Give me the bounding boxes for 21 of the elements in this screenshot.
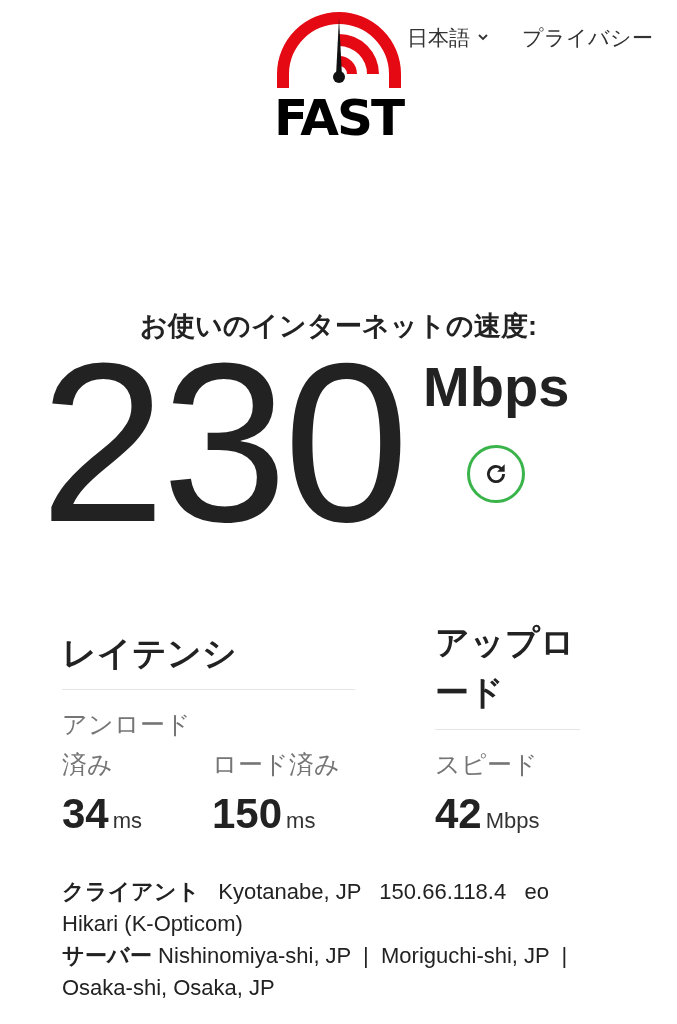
refresh-button[interactable] [467, 444, 526, 503]
metric-unit: ms [286, 806, 316, 835]
speed-unit: Mbps [423, 356, 570, 417]
latency-title: レイテンシ [62, 630, 355, 690]
speed-value: 230 [40, 352, 406, 533]
chevron-down-icon [478, 34, 488, 42]
metric-label: ロード済み [212, 748, 341, 780]
privacy-link[interactable]: プライバシー [522, 22, 653, 54]
language-selector[interactable]: 日本語 [407, 22, 488, 54]
logo-text: FAST [273, 90, 404, 146]
metric-unit: Mbps [485, 806, 540, 835]
connection-info: サーバー Nishinomiya-shi, JP | Moriguchi-shi, JP | Osaka-shi, Osaka, JP [62, 941, 569, 1002]
metric-label: スピード [435, 748, 539, 780]
metric-value: 42 [435, 788, 482, 839]
metric-value: 150 [212, 788, 283, 839]
metric-value: 34 [62, 788, 109, 839]
upload-title: アップロード [435, 616, 580, 730]
metric-unit: ms [112, 806, 143, 835]
connection-info: クライアント Kyotanabe, JP 150.66.118.4 eo Hikari (K-Opticom) [62, 877, 550, 938]
speed-title: お使いのインターネットの速度: [140, 310, 537, 343]
metric-label: アンロード済み [62, 708, 192, 780]
